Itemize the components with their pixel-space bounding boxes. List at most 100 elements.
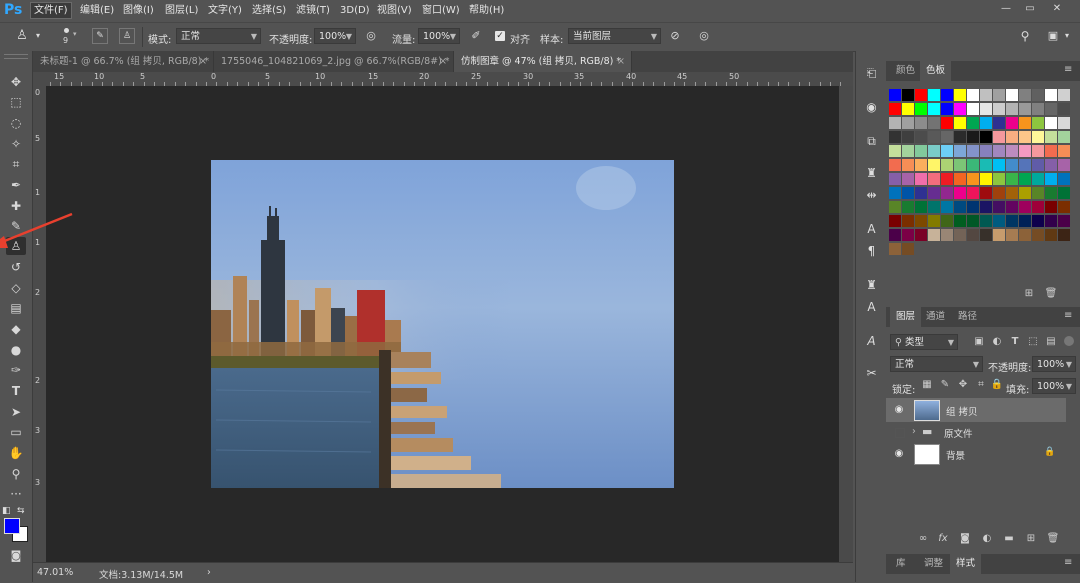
color-swatch[interactable] xyxy=(993,201,1005,213)
color-swatch[interactable] xyxy=(1032,229,1044,241)
color-swatch[interactable] xyxy=(980,229,992,241)
color-swatch[interactable] xyxy=(1019,187,1031,199)
color-swatch[interactable] xyxy=(1058,131,1070,143)
menu-image[interactable]: 图像(I) xyxy=(120,3,157,18)
minimize-button[interactable]: — xyxy=(994,0,1018,18)
color-swatch[interactable] xyxy=(902,117,914,129)
link-layers-icon[interactable]: ∞ xyxy=(916,532,930,546)
brush-panel-icon[interactable]: ✎ xyxy=(92,28,108,44)
color-swatch[interactable] xyxy=(1019,201,1031,213)
color-swatch[interactable] xyxy=(1045,145,1057,157)
color-swatch[interactable] xyxy=(902,145,914,157)
color-swatch[interactable] xyxy=(902,229,914,241)
panel-menu-icon[interactable]: ≡ xyxy=(1064,310,1072,321)
layer-row-original-file[interactable]: › ▬ 原文件 xyxy=(886,422,1066,443)
layer-name[interactable]: 背景 xyxy=(946,448,965,462)
chevron-right-icon[interactable]: › xyxy=(912,426,916,437)
close-window-button[interactable]: ✕ xyxy=(1045,0,1069,18)
color-swatch[interactable] xyxy=(993,89,1005,101)
menu-view[interactable]: 视图(V) xyxy=(374,3,415,18)
color-swatch[interactable] xyxy=(941,229,953,241)
color-swatch[interactable] xyxy=(1058,159,1070,171)
gradient-tool-icon[interactable]: ▤ xyxy=(6,299,26,317)
color-swatch[interactable] xyxy=(941,201,953,213)
layer-name[interactable]: 组 拷贝 xyxy=(946,404,978,418)
color-swatch[interactable] xyxy=(1045,159,1057,171)
tab-styles[interactable]: 样式 xyxy=(950,554,982,574)
color-swatch[interactable] xyxy=(889,229,901,241)
color-swatch[interactable] xyxy=(1045,187,1057,199)
delete-swatch-icon[interactable]: 🗑 xyxy=(1044,287,1058,301)
layer-fx-icon[interactable]: fx xyxy=(936,532,950,546)
color-swatch[interactable] xyxy=(1058,173,1070,185)
color-swatch[interactable] xyxy=(928,117,940,129)
type-tool-icon[interactable]: T xyxy=(6,382,26,400)
color-swatch[interactable] xyxy=(928,103,940,115)
clone-stamp-preset-icon[interactable]: ♙ xyxy=(14,28,30,44)
menu-filter[interactable]: 滤镜(T) xyxy=(293,3,333,18)
tab-layers[interactable]: 图层 xyxy=(890,307,922,327)
ignore-adjustment-layers-icon[interactable]: ⊘ xyxy=(667,28,683,44)
color-swatch[interactable] xyxy=(889,173,901,185)
color-swatch[interactable] xyxy=(1045,103,1057,115)
canvas-area[interactable] xyxy=(0,86,839,562)
vertical-ruler[interactable]: 0 5 1 1 2 2 3 3 xyxy=(33,86,47,562)
color-swatch[interactable] xyxy=(941,215,953,227)
color-swatch[interactable] xyxy=(967,131,979,143)
color-swatch[interactable] xyxy=(967,173,979,185)
color-swatch[interactable] xyxy=(967,103,979,115)
menu-help[interactable]: 帮助(H) xyxy=(466,3,507,18)
flow-input[interactable]: 100% ▼ xyxy=(418,28,460,44)
tab-jpg-document[interactable]: 1755046_104821069_2.jpg @ 66.7%(RGB/8#) … xyxy=(214,51,454,72)
filter-type-icon[interactable]: T xyxy=(1008,335,1022,349)
color-swatch[interactable] xyxy=(967,201,979,213)
color-swatch[interactable] xyxy=(1058,89,1070,101)
color-swatch[interactable] xyxy=(1006,229,1018,241)
clone-source-panel-icon[interactable]: ♙ xyxy=(119,28,135,44)
color-swatch[interactable] xyxy=(902,103,914,115)
close-icon[interactable]: × xyxy=(439,51,447,72)
lock-position-icon[interactable]: ✥ xyxy=(956,378,970,392)
color-swatch[interactable] xyxy=(1019,131,1031,143)
color-swatch[interactable] xyxy=(889,187,901,199)
color-swatch[interactable] xyxy=(1019,89,1031,101)
color-swatch[interactable] xyxy=(967,159,979,171)
quick-select-tool-icon[interactable]: ✧ xyxy=(6,135,26,153)
eye-icon[interactable]: ◉ xyxy=(892,448,906,460)
tab-swatches[interactable]: 色板 xyxy=(920,61,952,81)
color-swatch[interactable] xyxy=(954,89,966,101)
tab-libraries[interactable]: 库 xyxy=(890,554,912,574)
color-swatch[interactable] xyxy=(1045,201,1057,213)
layer-filter-select[interactable]: ⚲ 类型 ▼ xyxy=(890,334,958,350)
eyedropper-tool-icon[interactable]: ✒ xyxy=(6,176,26,194)
chevron-down-icon[interactable]: ▾ xyxy=(1059,28,1075,44)
tab-color[interactable]: 颜色 xyxy=(890,61,921,81)
color-swatch[interactable] xyxy=(1006,89,1018,101)
dodge-tool-icon[interactable]: ● xyxy=(6,341,26,359)
color-swatch[interactable] xyxy=(1006,187,1018,199)
move-tool-icon[interactable]: ✥ xyxy=(6,73,26,91)
color-swatch[interactable] xyxy=(928,145,940,157)
color-swatch[interactable] xyxy=(967,117,979,129)
color-swatch[interactable] xyxy=(1058,187,1070,199)
color-swatch[interactable] xyxy=(1045,229,1057,241)
color-swatch[interactable] xyxy=(915,89,927,101)
color-swatch[interactable] xyxy=(1032,187,1044,199)
crop-tool-icon[interactable]: ⌗ xyxy=(6,155,26,173)
color-swatch[interactable] xyxy=(993,117,1005,129)
color-swatch[interactable] xyxy=(993,229,1005,241)
filter-shape-icon[interactable]: ⬚ xyxy=(1026,335,1040,349)
swatch-grid[interactable] xyxy=(886,81,1080,281)
color-swatch[interactable] xyxy=(954,103,966,115)
color-swatch[interactable] xyxy=(954,187,966,199)
clone-source-icon[interactable]: ⧉ xyxy=(863,133,880,150)
airbrush-icon[interactable]: ✐ xyxy=(468,28,484,44)
color-swatch[interactable] xyxy=(1045,131,1057,143)
color-swatch[interactable] xyxy=(1032,201,1044,213)
color-swatch[interactable] xyxy=(1006,159,1018,171)
color-swatch[interactable] xyxy=(967,229,979,241)
color-swatch[interactable] xyxy=(889,131,901,143)
properties-icon[interactable]: ◉ xyxy=(863,99,880,116)
document-canvas[interactable] xyxy=(46,86,839,562)
color-swatch[interactable] xyxy=(980,117,992,129)
